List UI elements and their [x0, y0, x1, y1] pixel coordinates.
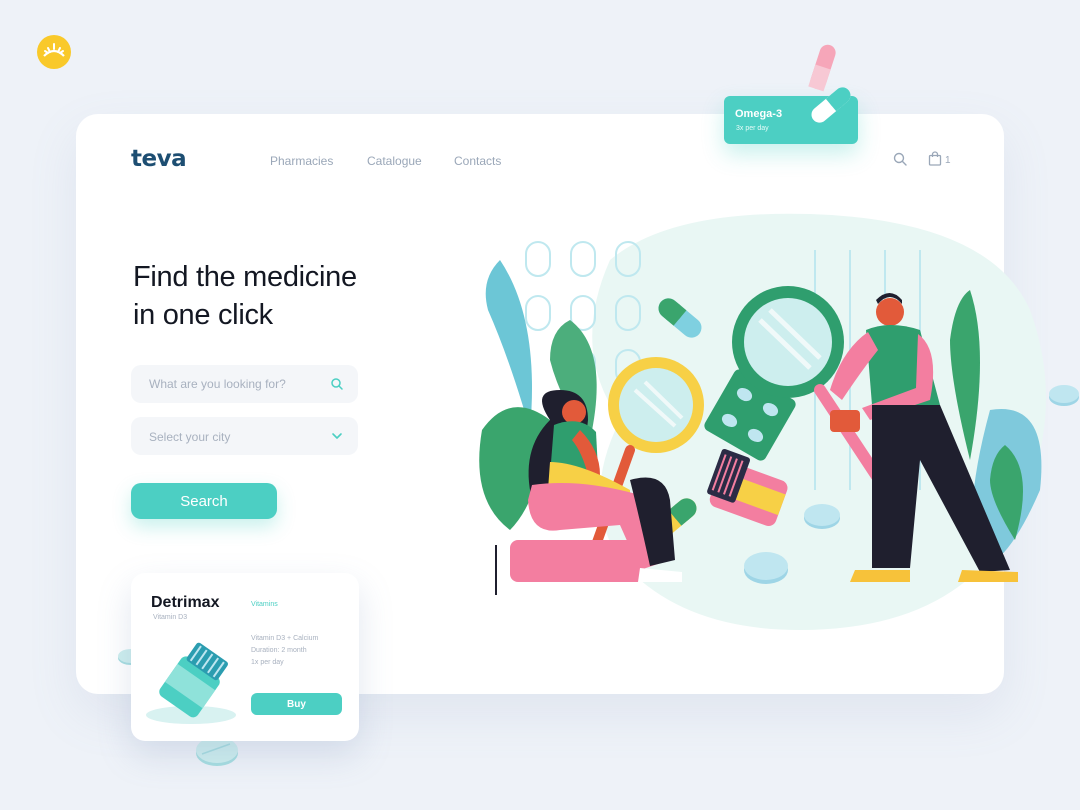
product-card[interactable]: Detrimax Vitamin D3 Vitamins Vitamin D3 … [131, 573, 359, 741]
page-title: Find the medicine in one click [133, 258, 453, 334]
chevron-down-icon[interactable] [330, 429, 344, 443]
omega-tag-subtitle: 3x per day [736, 125, 769, 132]
city-select[interactable]: Select your city [131, 417, 358, 455]
bottle-icon [146, 642, 236, 724]
nav-item-catalogue[interactable]: Catalogue [367, 154, 422, 168]
product-name: Detrimax [151, 594, 220, 611]
pill-icon [811, 87, 851, 123]
shopping-bag-icon[interactable] [928, 151, 942, 166]
omega-tag-title: Omega-3 [735, 108, 783, 120]
search-icon[interactable] [893, 152, 907, 166]
product-category[interactable]: Vitamins [251, 601, 278, 608]
search-field[interactable] [131, 365, 358, 403]
title-line-1: Find the medicine [133, 261, 357, 293]
nav-item-contacts[interactable]: Contacts [454, 154, 501, 168]
teva-logo[interactable]: teva [131, 146, 187, 172]
cart-count-badge: 1 [945, 155, 951, 166]
search-button[interactable]: Search [131, 483, 277, 519]
hero-illustration [479, 213, 1046, 630]
buy-button[interactable]: Buy [251, 693, 342, 715]
search-input[interactable] [131, 365, 358, 403]
sun-logo-icon [37, 35, 71, 69]
nav-item-pharmacies[interactable]: Pharmacies [270, 154, 333, 168]
product-info-line: Duration: 2 month [251, 647, 307, 654]
product-subtitle: Vitamin D3 [153, 614, 188, 621]
product-info: Vitamin D3 + Calcium Duration: 2 month 1… [251, 633, 318, 669]
product-info-line: 1x per day [251, 659, 284, 666]
title-line-2: in one click [133, 299, 273, 331]
search-icon[interactable] [330, 377, 344, 391]
city-select-placeholder: Select your city [149, 430, 231, 444]
product-info-line: Vitamin D3 + Calcium [251, 635, 319, 642]
